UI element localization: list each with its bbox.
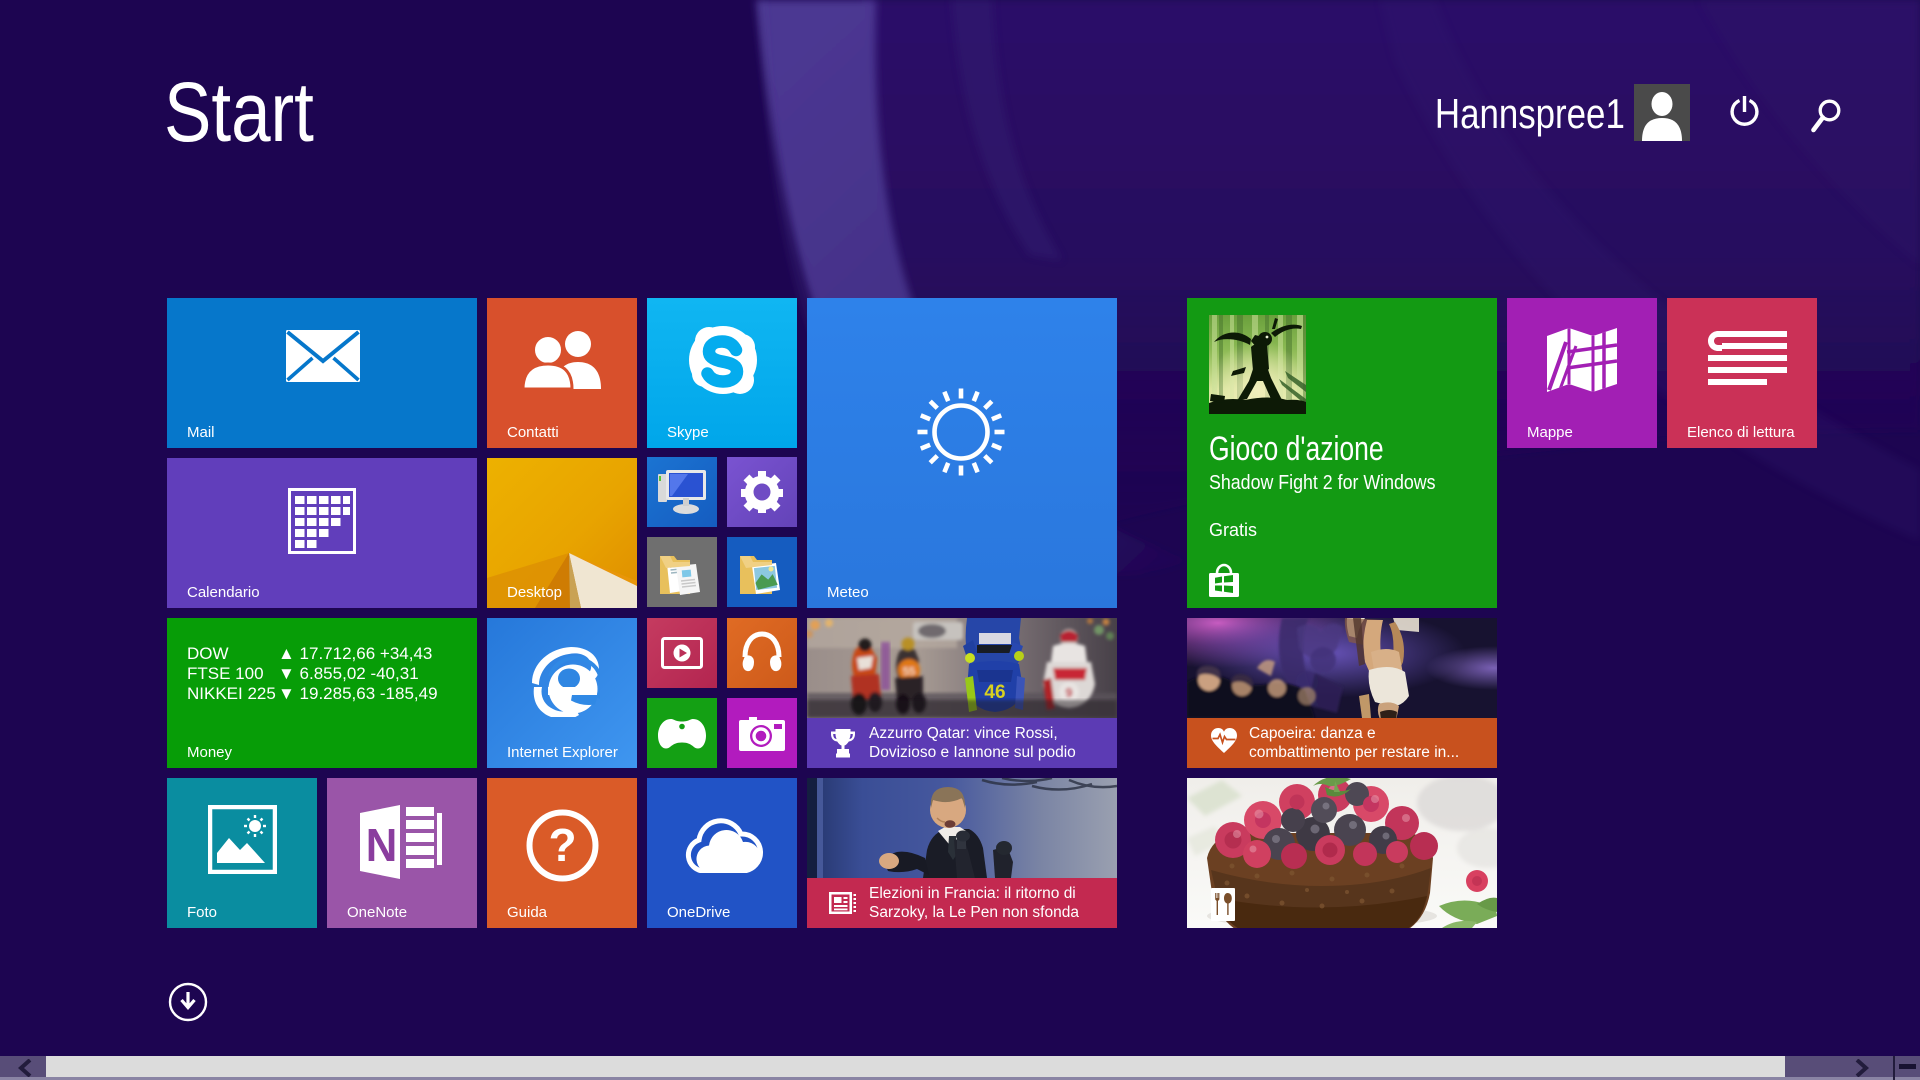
- svg-text:N: N: [366, 819, 398, 871]
- svg-text:9: 9: [1065, 685, 1072, 700]
- svg-text:55: 55: [903, 666, 915, 678]
- svg-text:46: 46: [984, 682, 1005, 703]
- svg-text:?: ?: [548, 819, 576, 871]
